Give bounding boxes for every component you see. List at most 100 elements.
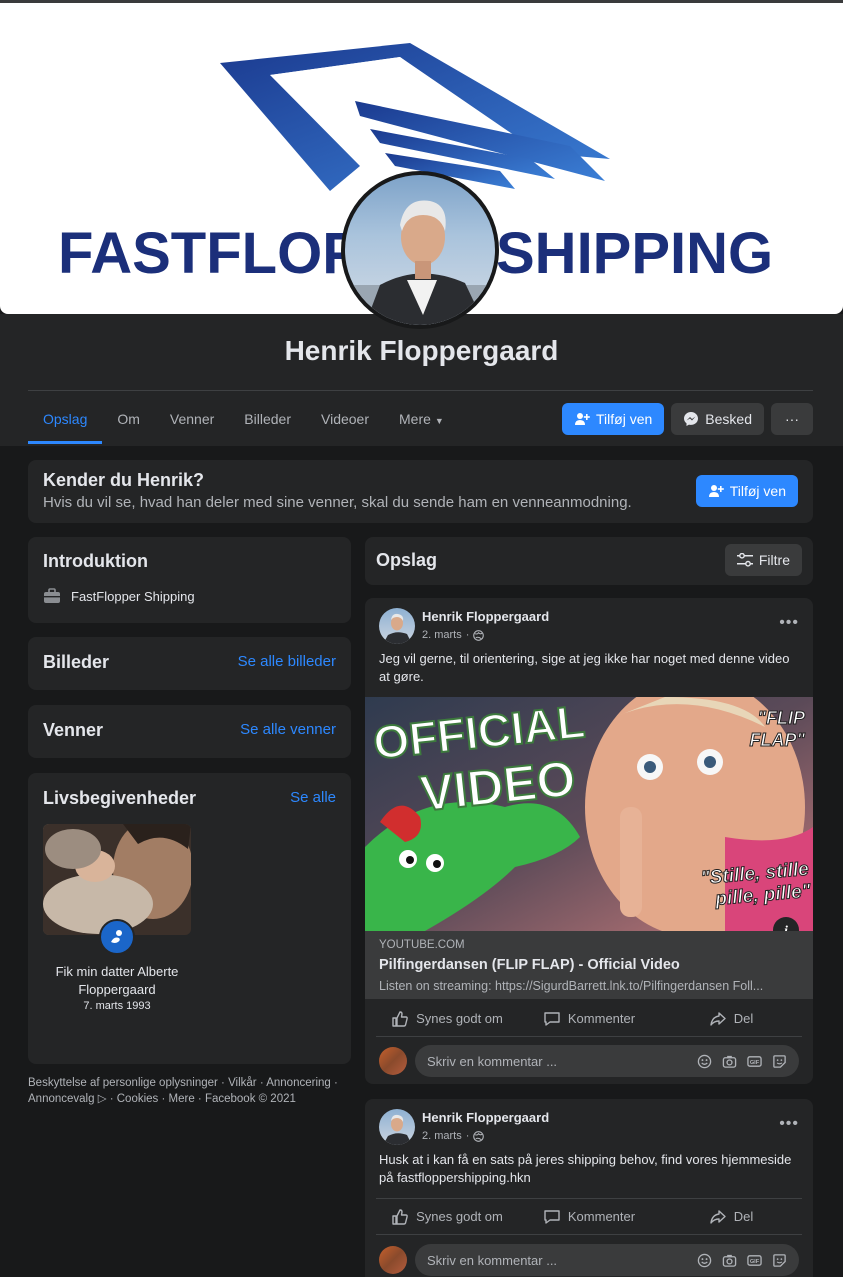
share-label: Del (733, 1011, 754, 1026)
share-icon (710, 1209, 726, 1224)
like-button[interactable]: Synes godt om (376, 1001, 518, 1036)
profile-avatar[interactable] (341, 171, 499, 329)
post-reactions: Synes godt om Kommenter Del (376, 1199, 802, 1235)
messenger-icon (684, 412, 699, 426)
know-subtitle: Hvis du vil se, hvad han deler med sine … (43, 494, 632, 511)
globe-separator: · (465, 1130, 470, 1142)
post-date[interactable]: 2. marts · (422, 629, 485, 641)
post-author-avatar[interactable] (379, 608, 415, 644)
workplace-label: FastFlopper Shipping (71, 588, 195, 604)
commenter-avatar[interactable] (379, 1246, 407, 1274)
post-author[interactable]: Henrik Floppergaard (422, 609, 549, 624)
thumbs-up-icon (392, 1208, 408, 1225)
brand-text-left: FASTFLOP (58, 221, 361, 286)
filter-icon (736, 553, 753, 567)
thumbs-up-icon (392, 1010, 408, 1027)
share-icon (710, 1011, 726, 1026)
post-date[interactable]: 2. marts · (422, 1130, 485, 1142)
comment-label: Kommenter (567, 1209, 636, 1224)
share-label: Del (733, 1209, 754, 1224)
photos-card: Billeder Se alle billeder (28, 637, 351, 690)
link-domain: YOUTUBE.COM (379, 939, 465, 951)
tab-videoer[interactable]: Videoer (306, 396, 384, 444)
svg-text:GIF: GIF (749, 1059, 759, 1065)
intro-title: Introduktion (43, 551, 148, 571)
like-button[interactable]: Synes godt om (376, 1199, 518, 1234)
life-events-title: Livsbegivenheder (43, 788, 197, 808)
tab-om[interactable]: Om (102, 396, 155, 444)
like-label: Synes godt om (416, 1011, 503, 1026)
caret-down-icon: ▼ (434, 416, 444, 426)
brand-text-right: SHIPPING (496, 221, 774, 286)
tab-venner[interactable]: Venner (155, 396, 229, 444)
header-divider (28, 390, 813, 391)
emoji-icon[interactable] (696, 1252, 712, 1268)
svg-text:GIF: GIF (749, 1258, 759, 1264)
feed-title: Opslag (376, 550, 438, 570)
avatar (345, 175, 495, 325)
globe-icon (473, 629, 485, 641)
post-more-button[interactable]: ••• (779, 1115, 799, 1133)
camera-icon[interactable] (721, 1053, 737, 1069)
gif-icon[interactable]: GIF (746, 1053, 762, 1069)
video-thumbnail[interactable]: i OFFICIAL VIDEO "FLIP FLAP" "Stille, st… (365, 697, 813, 931)
see-all-friends-link[interactable]: Se alle venner (240, 721, 336, 738)
sticker-icon[interactable] (771, 1053, 787, 1069)
more-options-button[interactable]: ··· (771, 403, 813, 435)
message-label: Besked (705, 411, 752, 427)
see-all-life-events-link[interactable]: Se alle (290, 789, 336, 806)
gif-icon[interactable]: GIF (746, 1252, 762, 1268)
post-more-button[interactable]: ••• (779, 614, 799, 632)
intro-card: Introduktion FastFlopper Shipping (28, 537, 351, 623)
tab-billeder[interactable]: Billeder (229, 396, 306, 444)
emoji-icon[interactable] (696, 1053, 712, 1069)
friends-title: Venner (43, 720, 104, 740)
info-icon[interactable] (773, 917, 799, 931)
life-event-badge (99, 919, 135, 955)
life-event-caption[interactable]: Fik min datter Alberte Floppergaard (43, 963, 191, 999)
globe-separator: · (465, 629, 470, 641)
camera-icon[interactable] (721, 1252, 737, 1268)
friends-card: Venner Se alle venner (28, 705, 351, 758)
comment-icon (544, 1209, 560, 1224)
post-reactions: Synes godt om Kommenter Del (376, 1001, 802, 1037)
comment-input[interactable]: Skriv en kommentar ... GIF (415, 1045, 799, 1077)
post: Henrik Floppergaard 2. marts · ••• Husk … (365, 1099, 813, 1277)
add-person-icon (575, 413, 590, 425)
comment-placeholder: Skriv en kommentar ... (427, 1252, 558, 1268)
filter-button[interactable]: Filtre (724, 544, 802, 576)
man-portrait-icon (383, 1114, 412, 1145)
link-preview[interactable]: YOUTUBE.COM Pilfingerdansen (FLIP FLAP) … (365, 931, 813, 999)
comment-button[interactable]: Kommenter (518, 1199, 660, 1234)
post-text: Husk at i kan få en sats på jeres shippi… (379, 1152, 792, 1185)
comment-input[interactable]: Skriv en kommentar ... GIF (415, 1244, 799, 1276)
comment-icon (544, 1011, 560, 1026)
share-button[interactable]: Del (660, 1199, 802, 1234)
photos-title: Billeder (43, 652, 110, 672)
feed-header: Opslag Filtre (365, 537, 813, 585)
intro-workplace: FastFlopper Shipping (43, 587, 195, 605)
link-description: Listen on streaming: https://SigurdBarre… (379, 979, 764, 993)
see-all-photos-link[interactable]: Se alle billeder (238, 653, 336, 670)
life-event-date: 7. marts 1993 (83, 1000, 151, 1012)
video-overlay-flip-flap: "FLIP FLAP" (749, 708, 806, 751)
know-add-friend-button[interactable]: Tilføj ven (695, 475, 798, 507)
know-person-card: Kender du Henrik? Hvis du vil se, hvad h… (28, 460, 813, 523)
globe-icon (473, 1130, 485, 1142)
post-author-avatar[interactable] (379, 1109, 415, 1145)
tab-mere[interactable]: Mere ▼ (384, 396, 459, 444)
comment-composer: Skriv en kommentar ... GIF (379, 1244, 799, 1276)
post: Henrik Floppergaard 2. marts · ••• Jeg v… (365, 598, 813, 1084)
share-button[interactable]: Del (660, 1001, 802, 1036)
add-friend-button[interactable]: Tilføj ven (562, 403, 665, 435)
comment-button[interactable]: Kommenter (518, 1001, 660, 1036)
sticker-icon[interactable] (771, 1252, 787, 1268)
like-label: Synes godt om (416, 1209, 503, 1224)
post-date-text: 2. marts (422, 629, 462, 641)
tab-opslag[interactable]: Opslag (28, 396, 103, 444)
message-button[interactable]: Besked (671, 403, 764, 435)
footer-links[interactable]: Beskyttelse af personlige oplysninger · … (28, 1075, 351, 1107)
post-author[interactable]: Henrik Floppergaard (422, 1110, 549, 1125)
profile-actions: Tilføj ven Besked ··· (562, 403, 813, 435)
commenter-avatar[interactable] (379, 1047, 407, 1075)
